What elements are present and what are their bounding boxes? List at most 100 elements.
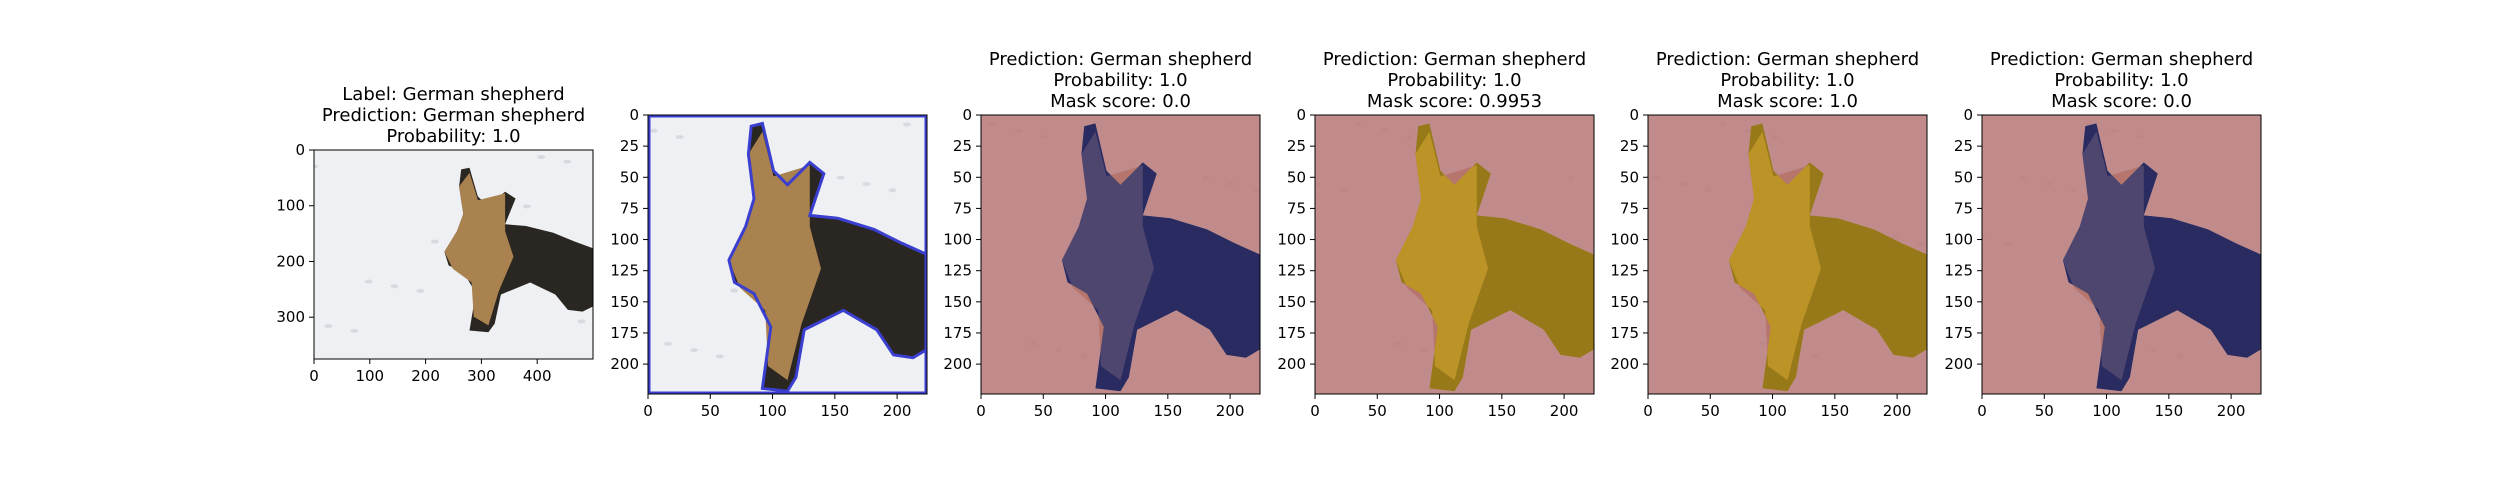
- x-tick-label: 100: [1758, 402, 1787, 420]
- x-tick-label: 200: [883, 402, 912, 420]
- x-tick-label: 0: [309, 367, 319, 385]
- x-tick-label: 100: [355, 367, 384, 385]
- x-tick-label: 50: [1368, 402, 1387, 420]
- x-tick-label: 0: [1310, 402, 1320, 420]
- y-tick-label: 150: [1610, 293, 1639, 311]
- y-tick-label: 175: [610, 324, 639, 342]
- subplot-6: 0 50 100 150 200 0 25 50 75 100 125 150 175 200 Predic…: [1944, 49, 2262, 420]
- y-tick-label: 25: [1620, 137, 1639, 155]
- x-tick-label: 50: [1701, 402, 1720, 420]
- subplot-title-line: Probability: 1.0: [1387, 70, 1521, 91]
- x-tick-label: 100: [758, 402, 787, 420]
- y-tick-label: 25: [1954, 137, 1973, 155]
- x-tick-label: 150: [1488, 402, 1517, 420]
- y-tick-label: 175: [1610, 324, 1639, 342]
- subplot-1: 0 100 200 300 400 0 100 200 300 Label: German she…: [276, 84, 594, 385]
- image-area: [1315, 115, 1594, 394]
- x-tick-label: 200: [411, 367, 440, 385]
- subplot-3: 0 50 100 150 200 0 25 50 75 100 125 150 175 200 Predic…: [943, 49, 1261, 420]
- y-tick-label: 125: [943, 262, 972, 280]
- y-tick-label: 0: [629, 106, 639, 124]
- y-tick-label: 0: [1963, 106, 1973, 124]
- y-tick-label: 125: [1610, 262, 1639, 280]
- y-tick-label: 100: [276, 197, 305, 215]
- subplot-title-line: Prediction: German shepherd: [1323, 49, 1586, 70]
- subplot-title-line: Probability: 1.0: [1053, 70, 1187, 91]
- x-tick-label: 200: [1550, 402, 1579, 420]
- image-area: [648, 115, 927, 394]
- y-tick-label: 25: [953, 137, 972, 155]
- subplot-title-line: Probability: 1.0: [386, 126, 520, 147]
- image-area: [1982, 115, 2261, 394]
- y-tick-label: 175: [943, 324, 972, 342]
- x-tick-label: 150: [1821, 402, 1850, 420]
- y-tick-label: 25: [1287, 137, 1306, 155]
- y-tick-label: 175: [1277, 324, 1306, 342]
- x-tick-label: 100: [2092, 402, 2121, 420]
- subplot-title-line: Mask score: 1.0: [1717, 91, 1858, 112]
- y-tick-label: 125: [1277, 262, 1306, 280]
- y-tick-label: 50: [620, 168, 639, 186]
- y-tick-label: 50: [1287, 168, 1306, 186]
- subplot-title-line: Prediction: German shepherd: [1656, 49, 1919, 70]
- y-tick-label: 75: [1954, 199, 1973, 217]
- subplot-title-line: Prediction: German shepherd: [1990, 49, 2253, 70]
- y-tick-label: 50: [1620, 168, 1639, 186]
- y-tick-label: 175: [1944, 324, 1973, 342]
- y-tick-label: 200: [1610, 355, 1639, 373]
- y-tick-label: 150: [1277, 293, 1306, 311]
- x-tick-label: 200: [1216, 402, 1245, 420]
- x-tick-label: 400: [523, 367, 552, 385]
- y-tick-label: 0: [1296, 106, 1306, 124]
- y-tick-label: 100: [1944, 231, 1973, 249]
- x-tick-label: 0: [643, 402, 653, 420]
- y-tick-label: 200: [943, 355, 972, 373]
- y-tick-label: 50: [1954, 168, 1973, 186]
- y-tick-label: 25: [620, 137, 639, 155]
- y-tick-label: 200: [610, 355, 639, 373]
- x-tick-label: 300: [467, 367, 496, 385]
- subplot-title-line: Mask score: 0.0: [1050, 91, 1191, 112]
- y-tick-label: 200: [276, 252, 305, 270]
- x-tick-label: 100: [1091, 402, 1120, 420]
- x-tick-label: 0: [976, 402, 986, 420]
- image-area: [981, 115, 1260, 394]
- y-tick-label: 200: [1277, 355, 1306, 373]
- subplot-2: 0 50 100 150 200 0 25 50 75 100 125 150 175 200: [610, 106, 928, 420]
- y-tick-label: 125: [1944, 262, 1973, 280]
- y-tick-label: 75: [620, 199, 639, 217]
- y-tick-label: 300: [276, 308, 305, 326]
- subplot-title-line: Mask score: 0.9953: [1367, 91, 1542, 112]
- x-tick-label: 200: [1883, 402, 1912, 420]
- x-tick-label: 50: [2035, 402, 2054, 420]
- y-tick-label: 100: [610, 231, 639, 249]
- x-tick-label: 150: [821, 402, 850, 420]
- y-tick-label: 125: [610, 262, 639, 280]
- subplot-title-line: Probability: 1.0: [1720, 70, 1854, 91]
- x-tick-label: 150: [2155, 402, 2184, 420]
- figure: 0 100 200 300 400 0 100 200 300 Label: German she…: [276, 49, 2262, 420]
- y-tick-label: 75: [1287, 199, 1306, 217]
- x-tick-label: 100: [1425, 402, 1454, 420]
- subplot-title-line: Prediction: German shepherd: [989, 49, 1252, 70]
- x-tick-label: 0: [1643, 402, 1653, 420]
- image-area: [314, 150, 593, 359]
- y-tick-label: 100: [943, 231, 972, 249]
- y-tick-label: 200: [1944, 355, 1973, 373]
- subplot-5: 0 50 100 150 200 0 25 50 75 100 125 150 175 200 Predic…: [1610, 49, 1928, 420]
- y-tick-label: 150: [943, 293, 972, 311]
- subplot-title-line: Prediction: German shepherd: [322, 105, 585, 126]
- y-tick-label: 150: [1944, 293, 1973, 311]
- y-tick-label: 100: [1610, 231, 1639, 249]
- x-tick-label: 0: [1977, 402, 1987, 420]
- y-tick-label: 75: [953, 199, 972, 217]
- subplot-title-line: Label: German shepherd: [342, 84, 564, 105]
- y-tick-label: 75: [1620, 199, 1639, 217]
- y-tick-label: 100: [1277, 231, 1306, 249]
- y-tick-label: 50: [953, 168, 972, 186]
- x-tick-label: 200: [2217, 402, 2246, 420]
- subplot-title-line: Probability: 1.0: [2054, 70, 2188, 91]
- y-tick-label: 0: [962, 106, 972, 124]
- subplot-4: 0 50 100 150 200 0 25 50 75 100 125 150 175 200 Predic…: [1277, 49, 1595, 420]
- subplot-title-line: Mask score: 0.0: [2051, 91, 2192, 112]
